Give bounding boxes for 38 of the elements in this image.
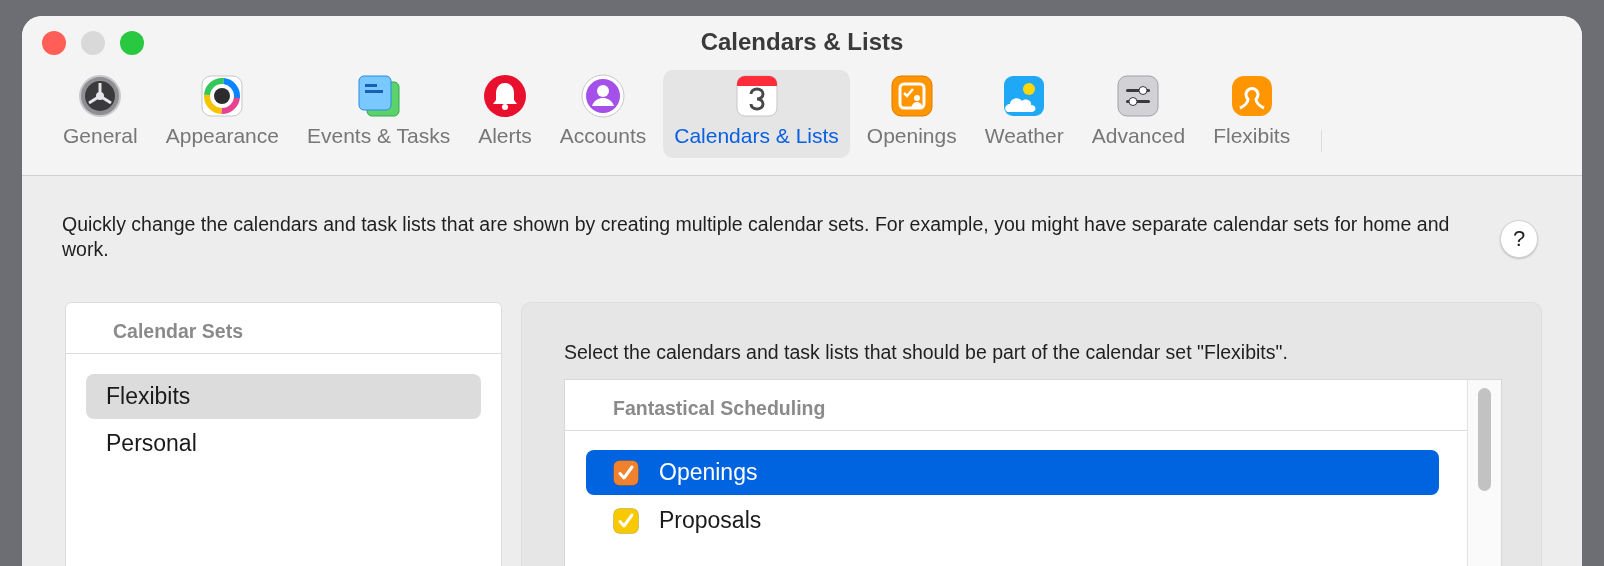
- toolbar-tab[interactable]: Advanced: [1080, 70, 1197, 158]
- minimize-button[interactable]: [81, 31, 105, 55]
- group-header: Fantastical Scheduling: [565, 380, 1467, 431]
- toolbar-tab[interactable]: Weather: [973, 70, 1075, 158]
- tab-icon: [889, 74, 934, 118]
- scrollbar-thumb[interactable]: [1478, 388, 1491, 491]
- checkbox[interactable]: [613, 507, 639, 534]
- close-button[interactable]: [42, 31, 66, 55]
- calendar-set-item[interactable]: Flexibits: [86, 374, 481, 419]
- checkbox[interactable]: [613, 459, 639, 486]
- window-title: Calendars & Lists: [700, 28, 904, 55]
- tab-icon: [200, 74, 245, 118]
- tab-icon: [356, 74, 401, 118]
- tab-icon: [1002, 74, 1047, 118]
- tab-icon: [483, 74, 527, 118]
- help-button[interactable]: ?: [1500, 220, 1538, 258]
- tab-icon: [1116, 74, 1161, 118]
- tab-icon: [78, 74, 123, 118]
- toolbar-tab[interactable]: Openings: [855, 70, 968, 158]
- calendar-row[interactable]: Openings: [586, 450, 1439, 495]
- tab-icon: [581, 74, 626, 118]
- calendar-row[interactable]: Proposals: [586, 498, 1439, 543]
- toolbar-tab[interactable]: Alerts: [467, 70, 543, 158]
- toolbar-tab[interactable]: Accounts: [548, 70, 658, 158]
- instruction-text: Select the calendars and task lists that should be part of the calendar set "Flexibits".: [564, 341, 1289, 364]
- description-text: Quickly change the calendars and task lists that are shown by creating multiple calendar sets. For example, you might have separate calendar sets for home and work.: [62, 212, 1451, 262]
- tab-icon: [1229, 74, 1274, 118]
- zoom-button[interactable]: [120, 31, 144, 55]
- toolbar-tab[interactable]: Calendars & Lists: [663, 70, 850, 158]
- column-header: Calendar Sets: [66, 303, 501, 354]
- toolbar-tab[interactable]: Flexibits: [1202, 70, 1302, 158]
- toolbar-tab[interactable]: Events & Tasks: [296, 70, 462, 158]
- toolbar-tab[interactable]: Appearance: [154, 70, 290, 158]
- calendar-set-item[interactable]: Personal: [86, 421, 481, 466]
- toolbar-tab[interactable]: General: [52, 70, 149, 158]
- tab-icon: [734, 74, 779, 118]
- calendar-label: Proposals: [659, 507, 762, 534]
- calendar-label: Openings: [659, 459, 758, 486]
